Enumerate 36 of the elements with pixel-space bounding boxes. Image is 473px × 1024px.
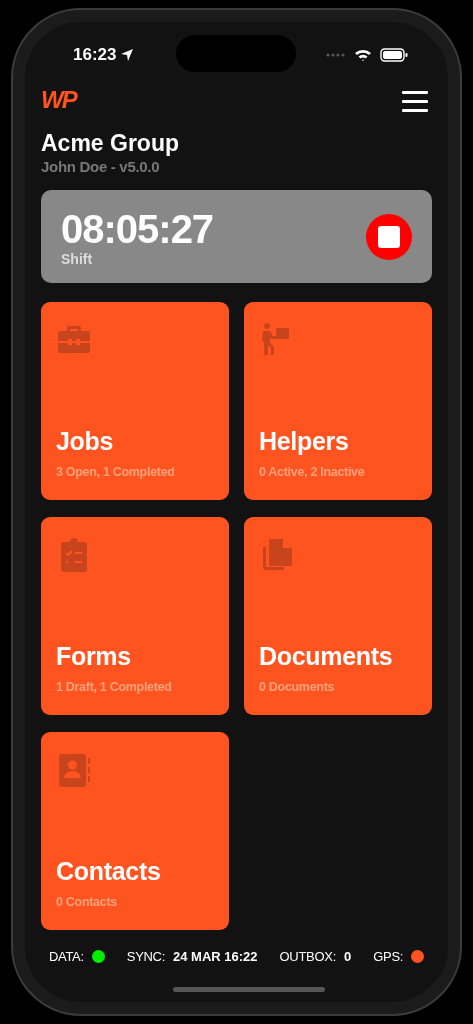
stop-icon [378, 225, 400, 248]
menu-tile[interactable]: Jobs 3 Open, 1 Completed [41, 302, 229, 500]
status-value: 0 [343, 948, 352, 966]
tile-title: Helpers [259, 426, 350, 456]
location-icon [120, 48, 135, 62]
tile-summary: 0 Active, 2 Inactive [259, 464, 366, 480]
address-book-icon [56, 752, 92, 788]
status-label: OUTBOX: [279, 948, 336, 966]
tile-title: Contacts [56, 856, 162, 886]
user-version: John Doe - v5.0.0 [41, 158, 161, 176]
status-label: DATA: [48, 948, 84, 966]
menu-tile[interactable]: Documents 0 Documents [244, 517, 432, 715]
tile-summary: 0 Documents [259, 679, 336, 695]
signal-icon [326, 53, 346, 57]
tile-summary: 0 Contacts [56, 894, 118, 910]
tile-title: Documents [259, 641, 394, 671]
clock: 16:23 [73, 45, 117, 65]
timer-readout: 08:05:27 [61, 206, 214, 251]
status-label: SYNC: [126, 948, 165, 966]
tile-title: Forms [56, 641, 132, 671]
menu-tile[interactable]: Helpers 0 Active, 2 Inactive [244, 302, 432, 500]
status-value: 24 MAR 16:22 [173, 948, 258, 966]
tile-title: Jobs [56, 426, 115, 456]
status-label: GPS: [373, 948, 404, 966]
menu-icon [402, 89, 428, 112]
menu-tile[interactable]: Forms 1 Draft, 1 Completed [41, 517, 229, 715]
menu-tile[interactable]: Contacts 0 Contacts [41, 732, 229, 930]
timer-label: Shift [61, 250, 94, 267]
tile-summary: 3 Open, 1 Completed [56, 464, 176, 480]
company-name: Acme Group [41, 130, 181, 156]
menu-button[interactable] [402, 88, 428, 112]
stop-button[interactable] [366, 213, 412, 260]
tile-summary: 1 Draft, 1 Completed [56, 679, 173, 695]
wifi-icon [354, 48, 372, 62]
battery-icon [380, 48, 408, 62]
app-logo: WP [41, 87, 76, 113]
